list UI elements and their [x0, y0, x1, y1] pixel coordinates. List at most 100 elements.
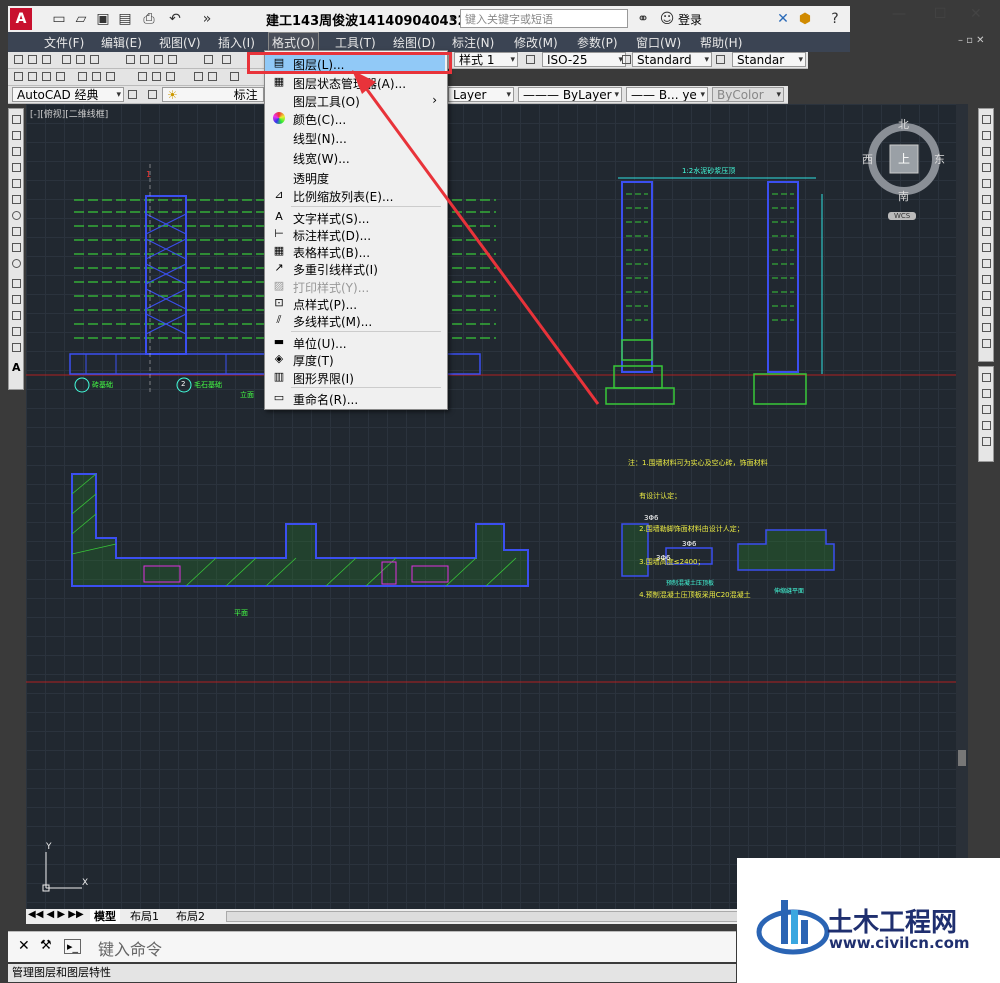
exchange-icon[interactable]: ✕ [774, 10, 792, 28]
cut-icon[interactable] [126, 55, 135, 64]
extend-tool-icon[interactable] [982, 275, 991, 284]
continue-dim-icon[interactable] [166, 72, 175, 81]
help-icon[interactable]: ? [826, 10, 844, 28]
snap-midpoint-icon[interactable] [982, 389, 991, 398]
mtext-tool-icon[interactable]: A [12, 361, 21, 374]
array-tool-icon[interactable] [982, 179, 991, 188]
menu-item-limits[interactable]: ▥ 图形界限(I) [265, 368, 445, 387]
linear-dim-icon[interactable] [14, 72, 23, 81]
search-input[interactable]: 键入关键字或短语 [460, 9, 628, 28]
minimize-icon[interactable]: — [892, 6, 906, 22]
viewcube-north[interactable]: 北 [898, 116, 909, 132]
menu-help[interactable]: 帮助(H) [700, 34, 742, 51]
menu-insert[interactable]: 插入(I) [218, 34, 255, 51]
app-logo-icon[interactable]: A [10, 8, 32, 30]
mleader-style-combo[interactable]: Standar ▾ [732, 52, 806, 67]
menu-item-scale-list[interactable]: ⊿ 比例缩放列表(E)... [265, 186, 445, 205]
menu-file[interactable]: 文件(F) [44, 34, 84, 51]
layer-list-combo[interactable]: Layer ▾ [448, 87, 514, 102]
tab-layout1[interactable]: 布局1 [126, 909, 163, 924]
redo-tool-icon[interactable] [222, 55, 231, 64]
menu-item-mleader-style[interactable]: ↗ 多重引线样式(I) [265, 259, 445, 278]
lineweight-combo[interactable]: —— B... ye ▾ [626, 87, 708, 102]
viewcube-west[interactable]: 西 [862, 151, 873, 167]
angular-dim-icon[interactable] [106, 72, 115, 81]
workspace-combo[interactable]: AutoCAD 经典 ▾ [12, 87, 124, 102]
menu-item-table-style[interactable]: ▦ 表格样式(B)... [265, 242, 445, 261]
ordinate-dim-icon[interactable] [56, 72, 65, 81]
baseline-dim-icon[interactable] [152, 72, 161, 81]
fillet-tool-icon[interactable] [982, 339, 991, 348]
line-tool-icon[interactable] [12, 115, 21, 124]
menu-item-units[interactable]: ▬ 单位(U)... [265, 333, 445, 352]
save-icon[interactable] [42, 55, 51, 64]
insert-block-icon[interactable] [12, 279, 21, 288]
undo-icon[interactable]: ↶ [166, 10, 184, 28]
arc-tool-icon[interactable] [12, 195, 21, 204]
layer-combo[interactable]: ☀ 标注 [162, 87, 264, 102]
menu-item-point-style[interactable]: ⊡ 点样式(P)... [265, 294, 445, 313]
table-style-icon[interactable] [622, 55, 631, 64]
mirror-tool-icon[interactable] [982, 147, 991, 156]
menu-item-color[interactable]: 颜色(C)... [265, 109, 445, 127]
linetype-combo[interactable]: ——— ByLayer ▾ [518, 87, 622, 102]
new-icon[interactable] [14, 55, 23, 64]
menu-item-layer-state[interactable]: ▦ 图层状态管理器(A)... [265, 73, 445, 92]
center-mark-icon[interactable] [208, 72, 217, 81]
wcs-button[interactable]: WCS [888, 212, 917, 220]
menu-item-dim-style[interactable]: ⊢ 标注样式(D)... [265, 225, 445, 244]
binoculars-icon[interactable]: ⚭ [634, 10, 652, 28]
doc-window-controls[interactable]: – ▫ ✕ [958, 35, 985, 46]
quick-dim-icon[interactable] [138, 72, 147, 81]
mleader-style-icon[interactable] [716, 55, 725, 64]
menu-item-thickness[interactable]: ◈ 厚度(T) [265, 350, 445, 369]
tab-layout2[interactable]: 布局2 [172, 909, 209, 924]
make-block-icon[interactable] [12, 295, 21, 304]
save-icon[interactable]: ▣ [94, 10, 112, 28]
break-tool-icon[interactable] [982, 291, 991, 300]
dim-edit-icon[interactable] [230, 72, 239, 81]
rotate-tool-icon[interactable] [982, 211, 991, 220]
paste-icon[interactable] [154, 55, 163, 64]
snap-endpoint-icon[interactable] [982, 373, 991, 382]
more-icon[interactable]: » [198, 10, 216, 28]
copy-tool-icon[interactable] [982, 131, 991, 140]
scale-tool-icon[interactable] [982, 227, 991, 236]
open-file-icon[interactable]: ▱ [72, 10, 90, 28]
menu-parameter[interactable]: 参数(P) [577, 34, 618, 51]
scroll-thumb[interactable] [958, 750, 966, 766]
radius-dim-icon[interactable] [78, 72, 87, 81]
command-input[interactable]: 键入命令 [98, 936, 162, 960]
rectangle-tool-icon[interactable] [12, 179, 21, 188]
gradient-tool-icon[interactable] [12, 343, 21, 352]
snap-settings-icon[interactable] [982, 437, 991, 446]
close-command-icon[interactable]: ✕ [18, 938, 30, 954]
tab-model[interactable]: 模型 [90, 909, 120, 924]
viewcube-top-face[interactable]: 上 [898, 150, 910, 167]
menu-draw[interactable]: 绘图(D) [393, 34, 436, 51]
table-style-combo[interactable]: Standard ▾ [632, 52, 712, 67]
menu-item-rename[interactable]: ▭ 重命名(R)... [265, 389, 445, 408]
chamfer-tool-icon[interactable] [982, 323, 991, 332]
drawing-canvas[interactable]: [-][俯视][二维线框] 1 砖基础 毛石基础 2 立面 平面 1:2水泥砂浆… [26, 104, 966, 909]
erase-tool-icon[interactable] [982, 115, 991, 124]
new-file-icon[interactable]: ▭ [50, 10, 68, 28]
xline-tool-icon[interactable] [12, 131, 21, 140]
undo-tool-icon[interactable] [204, 55, 213, 64]
maximize-icon[interactable]: ☐ [934, 6, 947, 22]
spline-tool-icon[interactable] [12, 243, 21, 252]
viewcube-south[interactable]: 南 [898, 188, 909, 204]
login-link[interactable]: 登录 [678, 11, 702, 28]
menu-item-transparency[interactable]: 透明度 [265, 168, 445, 186]
save-as-icon[interactable]: ▤ [116, 10, 134, 28]
text-style-combo[interactable]: 样式 1 ▾ [454, 52, 518, 67]
plotstyle-combo[interactable]: ByColor ▾ [712, 87, 784, 102]
close-icon[interactable]: ✕ [970, 6, 982, 22]
polygon-tool-icon[interactable] [12, 163, 21, 172]
publish-icon[interactable] [90, 55, 99, 64]
menu-edit[interactable]: 编辑(E) [101, 34, 142, 51]
ellipse-tool-icon[interactable] [12, 259, 21, 268]
match-icon[interactable] [168, 55, 177, 64]
user-icon[interactable]: ☺ [658, 10, 676, 28]
vertical-scrollbar[interactable] [956, 104, 968, 909]
